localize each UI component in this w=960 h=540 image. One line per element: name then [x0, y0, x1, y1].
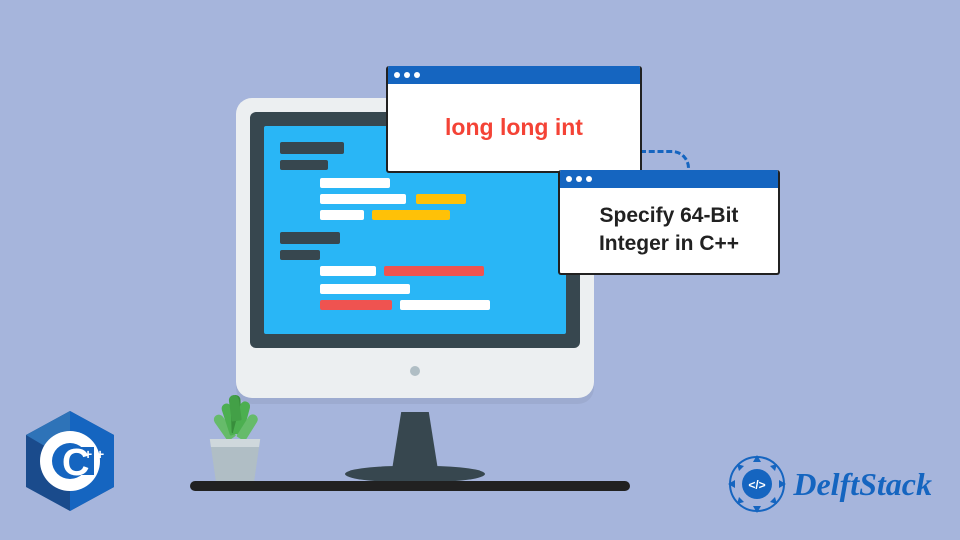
cpp-logo-icon: C + +: [22, 407, 118, 520]
monitor-stand-base: [345, 466, 485, 482]
monitor-power-led: [410, 366, 420, 376]
card-titlebar: [560, 170, 778, 188]
delftstack-badge-icon: </>: [727, 454, 787, 514]
title-card-text: Specify 64-Bit Integer in C++: [560, 188, 778, 273]
title-card: Specify 64-Bit Integer in C++: [558, 170, 780, 275]
card-titlebar: [388, 66, 640, 84]
desk-surface: [190, 481, 630, 491]
svg-text:+: +: [96, 446, 104, 462]
code-card: long long int: [386, 66, 642, 173]
code-tag-icon: </>: [749, 478, 766, 492]
svg-text:+: +: [84, 446, 92, 462]
code-card-text: long long int: [388, 84, 640, 171]
monitor-stand-neck: [392, 412, 438, 470]
delftstack-brand-text: DelftStack: [793, 466, 932, 503]
plant: [205, 439, 265, 481]
delftstack-logo: </> DelftStack: [727, 454, 932, 514]
